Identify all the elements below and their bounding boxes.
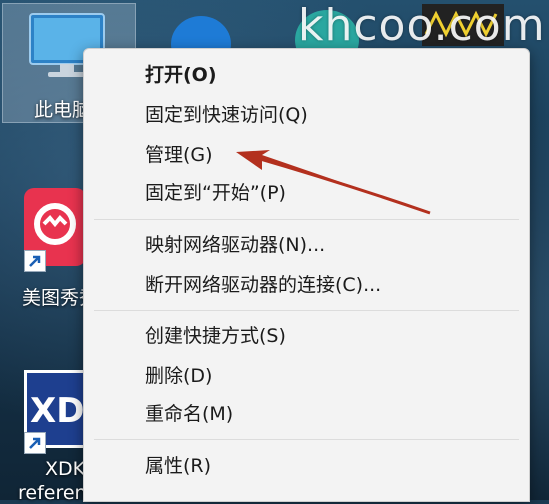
menu-item-rename[interactable]: 重命名(M) <box>84 395 529 433</box>
svg-text:XD: XD <box>30 391 84 431</box>
menu-separator <box>94 310 519 311</box>
watermark-text: khcoo.com <box>298 0 546 51</box>
menu-separator <box>94 439 519 440</box>
xdk-label[interactable]: XDK <box>45 458 85 480</box>
menu-item-disconnect-drive[interactable]: 断开网络驱动器的连接(C)... <box>84 266 529 304</box>
menu-item-manage[interactable]: 管理(G) <box>84 136 529 174</box>
menu-item-pin-start[interactable]: 固定到“开始”(P) <box>84 174 529 212</box>
shortcut-arrow-icon <box>24 432 46 454</box>
menu-item-create-shortcut[interactable]: 创建快捷方式(S) <box>84 317 529 355</box>
menu-item-open[interactable]: 打开(O) <box>84 56 529 94</box>
shortcut-arrow-icon <box>24 250 46 272</box>
context-menu: 打开(O) 固定到快速访问(Q) 管理(G) 固定到“开始”(P) 映射网络驱动… <box>83 48 530 502</box>
menu-separator <box>94 219 519 220</box>
menu-item-properties[interactable]: 属性(R) <box>84 447 529 485</box>
menu-item-map-drive[interactable]: 映射网络驱动器(N)... <box>84 226 529 264</box>
menu-item-pin-quick-access[interactable]: 固定到快速访问(Q) <box>84 96 529 134</box>
menu-item-delete[interactable]: 删除(D) <box>84 357 529 395</box>
